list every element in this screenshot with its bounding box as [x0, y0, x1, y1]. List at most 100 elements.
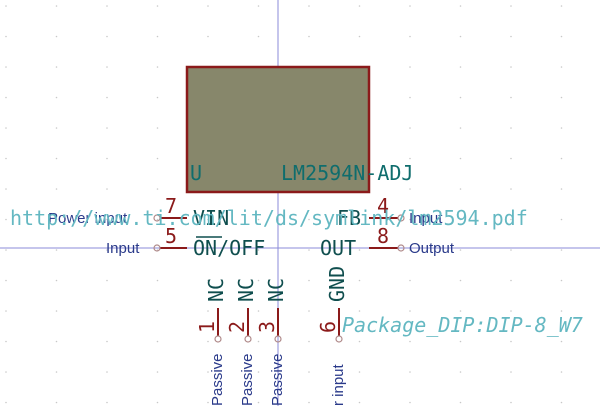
grid-dot	[358, 5, 361, 7]
grid-dot	[156, 371, 159, 373]
grid-dots	[5, 5, 563, 404]
pin-number-6: 6	[316, 321, 340, 333]
pin-name-5: ON/OFF	[193, 236, 265, 260]
grid-dot	[5, 96, 7, 99]
grid-dot	[510, 157, 512, 160]
bottom-pin-2: NC	[234, 278, 258, 302]
grid-dot	[459, 66, 462, 68]
grid-dot	[106, 401, 108, 404]
pin-name-3: NC	[264, 278, 288, 302]
grid-dot	[207, 35, 209, 38]
grid-dot	[5, 279, 7, 282]
grid-dot	[257, 401, 260, 404]
grid-dot	[257, 310, 260, 312]
pin-number-2: 2	[225, 321, 249, 333]
grid-dot	[409, 66, 411, 68]
grid-dot	[409, 96, 411, 99]
grid-dot	[55, 5, 58, 7]
pin-type-6: r input	[330, 363, 347, 406]
grid-dot	[5, 310, 7, 312]
bottom-pin-6: GND	[325, 266, 349, 302]
schematic-canvas[interactable]: Power input Input Input Output 7 5 4 8 V…	[0, 0, 600, 406]
grid-dot	[409, 188, 411, 190]
grid-dot	[156, 157, 159, 160]
grid-dot	[510, 401, 512, 404]
grid-dot	[5, 340, 7, 343]
component-value[interactable]: LM2594N-ADJ	[281, 161, 413, 185]
datasheet-link[interactable]: http://www.ti.com/lit/ds/symlink/lm2594.…	[10, 206, 528, 230]
pin-end-1[interactable]	[214, 335, 222, 343]
grid-dot	[560, 188, 563, 190]
grid-dot	[409, 310, 411, 312]
grid-dot	[156, 66, 159, 68]
grid-dot	[409, 279, 411, 282]
grid-dot	[560, 340, 563, 343]
grid-dot	[409, 5, 411, 7]
grid-dot	[510, 96, 512, 99]
grid-dot	[459, 371, 462, 373]
pin-name-8: OUT	[320, 236, 356, 260]
pin-end-2[interactable]	[244, 335, 252, 343]
grid-dot	[510, 279, 512, 282]
grid-dot	[257, 35, 260, 38]
grid-dot	[510, 340, 512, 343]
grid-dot	[409, 157, 411, 160]
grid-dot	[156, 279, 159, 282]
grid-dot	[207, 310, 209, 312]
grid-dot	[358, 310, 361, 312]
grid-dot	[5, 5, 7, 7]
grid-dot	[308, 249, 310, 251]
grid-dot	[308, 371, 310, 373]
grid-dot	[560, 218, 563, 221]
grid-dot	[257, 340, 260, 343]
grid-dot	[55, 66, 58, 68]
grid-dot	[106, 96, 108, 99]
grid-dot	[5, 127, 7, 129]
grid-dot	[156, 35, 159, 38]
grid-dot	[106, 188, 108, 190]
schematic-svg: Power input Input Input Output 7 5 4 8 V…	[0, 0, 600, 406]
grid-dot	[106, 35, 108, 38]
grid-dot	[55, 279, 58, 282]
grid-dot	[560, 279, 563, 282]
grid-dot	[55, 127, 58, 129]
grid-dot	[560, 157, 563, 160]
grid-dot	[308, 401, 310, 404]
grid-dot	[106, 279, 108, 282]
footprint-label[interactable]: Package_DIP:DIP-8_W7	[342, 313, 583, 337]
pin-type-1-wrap: Passive	[209, 353, 226, 406]
grid-dot	[459, 340, 462, 343]
grid-dot	[55, 340, 58, 343]
grid-dot	[510, 35, 512, 38]
grid-dot	[510, 188, 512, 190]
grid-dot	[510, 66, 512, 68]
grid-dot	[5, 188, 7, 190]
grid-dot	[409, 371, 411, 373]
reference-designator[interactable]: U	[190, 161, 202, 185]
grid-dot	[560, 249, 563, 251]
grid-dot	[459, 96, 462, 99]
grid-dot	[358, 340, 361, 343]
grid-dot	[257, 5, 260, 7]
grid-dot	[459, 157, 462, 160]
grid-dot	[560, 371, 563, 373]
grid-dot	[409, 401, 411, 404]
pin-type-1: Passive	[209, 353, 226, 406]
pin-number-1: 1	[195, 321, 219, 333]
pin-number-2-wrap: 2	[225, 321, 249, 333]
grid-dot	[207, 340, 209, 343]
grid-dot	[55, 188, 58, 190]
pin-type-3-wrap: Passive	[269, 353, 286, 406]
grid-dot	[106, 127, 108, 129]
grid-dot	[106, 340, 108, 343]
pin-type-5: Input	[106, 240, 140, 257]
grid-dot	[156, 127, 159, 129]
grid-dot	[560, 127, 563, 129]
grid-dot	[560, 96, 563, 99]
grid-dot	[409, 127, 411, 129]
pin-type-6-wrap: r input	[330, 363, 347, 406]
grid-dot	[459, 249, 462, 251]
grid-dot	[5, 249, 7, 251]
grid-dot	[106, 5, 108, 7]
grid-dot	[560, 401, 563, 404]
